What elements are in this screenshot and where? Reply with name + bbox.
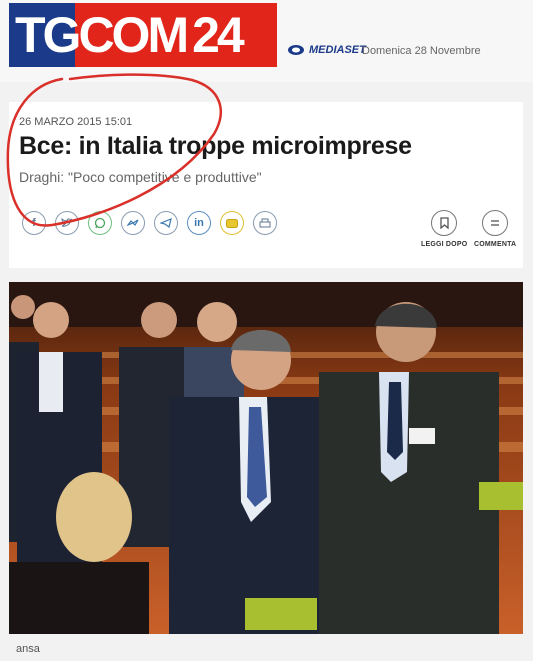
site-header: TGCOM 24 MEDIASET Domenica 28 Novembre — [0, 0, 533, 82]
publisher-name: MEDIASET — [309, 44, 366, 56]
facebook-icon[interactable]: f — [22, 211, 46, 235]
messenger-icon[interactable] — [121, 211, 145, 235]
tgcom24-logo[interactable]: TGCOM 24 — [9, 3, 277, 67]
logo-text: TGCOM 24 — [15, 7, 245, 63]
logo-com: COM — [78, 7, 189, 63]
logo-24: 24 — [192, 7, 245, 63]
article-subtitle: Draghi: "Poco competitive e produttive" — [19, 169, 262, 185]
bookmark-icon — [431, 210, 458, 236]
logo-tg: TG — [15, 7, 81, 63]
share-bar: f in — [22, 211, 277, 235]
photo-credit: ansa — [16, 643, 40, 655]
print-icon[interactable] — [253, 211, 277, 235]
photo-illustration — [9, 282, 523, 634]
comment-button[interactable]: COMMENTA — [474, 210, 516, 248]
article-photo[interactable] — [9, 282, 523, 634]
whatsapp-icon[interactable] — [88, 211, 112, 235]
twitter-icon[interactable] — [55, 211, 79, 235]
read-later-button[interactable]: LEGGI DOPO — [421, 210, 467, 248]
mediaset-brand[interactable]: MEDIASET — [287, 44, 366, 56]
linkedin-icon[interactable]: in — [187, 211, 211, 235]
telegram-icon[interactable] — [154, 211, 178, 235]
comment-icon — [482, 210, 509, 236]
email-icon[interactable] — [220, 211, 244, 235]
header-date: Domenica 28 Novembre — [362, 45, 481, 57]
article-title: Bce: in Italia troppe microimprese — [19, 132, 412, 160]
read-later-label: LEGGI DOPO — [421, 241, 468, 248]
article-timestamp: 26 MARZO 2015 15:01 — [19, 116, 133, 128]
mediaset-icon — [288, 45, 304, 55]
comment-label: COMMENTA — [474, 241, 517, 248]
